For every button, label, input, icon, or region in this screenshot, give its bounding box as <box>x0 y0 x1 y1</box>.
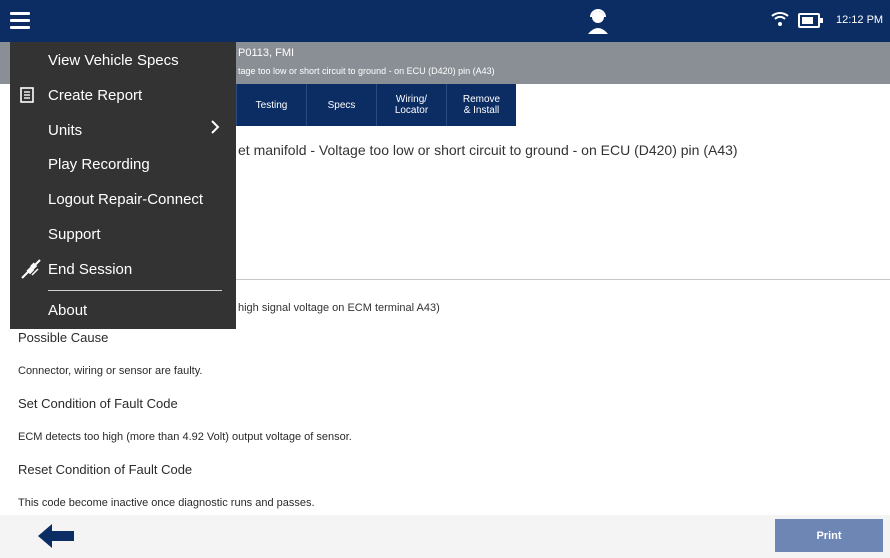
reset-condition-heading: Reset Condition of Fault Code <box>18 462 193 477</box>
fault-code-title: P0113, FMI <box>238 47 295 59</box>
menu-divider <box>48 290 222 291</box>
reset-condition-text: This code become inactive once diagnosti… <box>18 497 315 509</box>
menu-item-logout[interactable]: Logout Repair-Connect <box>48 191 203 208</box>
menu-item-play-recording[interactable]: Play Recording <box>48 156 150 173</box>
possible-cause-heading: Possible Cause <box>18 330 109 345</box>
menu-item-create-report[interactable]: Create Report <box>48 87 142 104</box>
tab-specs[interactable]: Specs <box>306 84 376 126</box>
side-menu: View Vehicle Specs Create Report Units P… <box>10 42 236 329</box>
unplug-icon <box>21 259 41 279</box>
menu-item-end-session[interactable]: End Session <box>48 261 132 278</box>
technician-icon[interactable] <box>587 8 609 34</box>
print-button[interactable]: Print <box>775 519 883 552</box>
set-condition-text: ECM detects too high (more than 4.92 Vol… <box>18 431 352 443</box>
menu-item-units[interactable]: Units <box>48 122 82 139</box>
symptom-text: high signal voltage on ECM terminal A43) <box>238 302 440 314</box>
bottom-bar <box>0 515 890 558</box>
chevron-right-icon <box>211 120 220 134</box>
divider <box>236 279 890 280</box>
fault-code-subtitle: tage too low or short circuit to ground … <box>238 66 495 76</box>
fault-description: et manifold - Voltage too low or short c… <box>238 142 738 158</box>
clock: 12:12 PM <box>836 14 884 26</box>
menu-item-support[interactable]: Support <box>48 226 101 243</box>
wifi-icon <box>771 12 789 26</box>
menu-item-view-vehicle-specs[interactable]: View Vehicle Specs <box>48 52 179 69</box>
tab-remove-install[interactable]: Remove & Install <box>446 84 516 126</box>
battery-icon <box>798 13 823 28</box>
hamburger-icon[interactable] <box>10 12 30 30</box>
set-condition-heading: Set Condition of Fault Code <box>18 396 178 411</box>
top-bar: 12:12 PM <box>0 0 890 42</box>
menu-item-about[interactable]: About <box>48 302 87 319</box>
arrow-left-icon[interactable] <box>38 524 74 548</box>
document-icon <box>20 87 34 103</box>
tab-wiring-locator[interactable]: Wiring/ Locator <box>376 84 446 126</box>
possible-cause-text: Connector, wiring or sensor are faulty. <box>18 365 203 377</box>
tab-testing[interactable]: Testing <box>236 84 306 126</box>
